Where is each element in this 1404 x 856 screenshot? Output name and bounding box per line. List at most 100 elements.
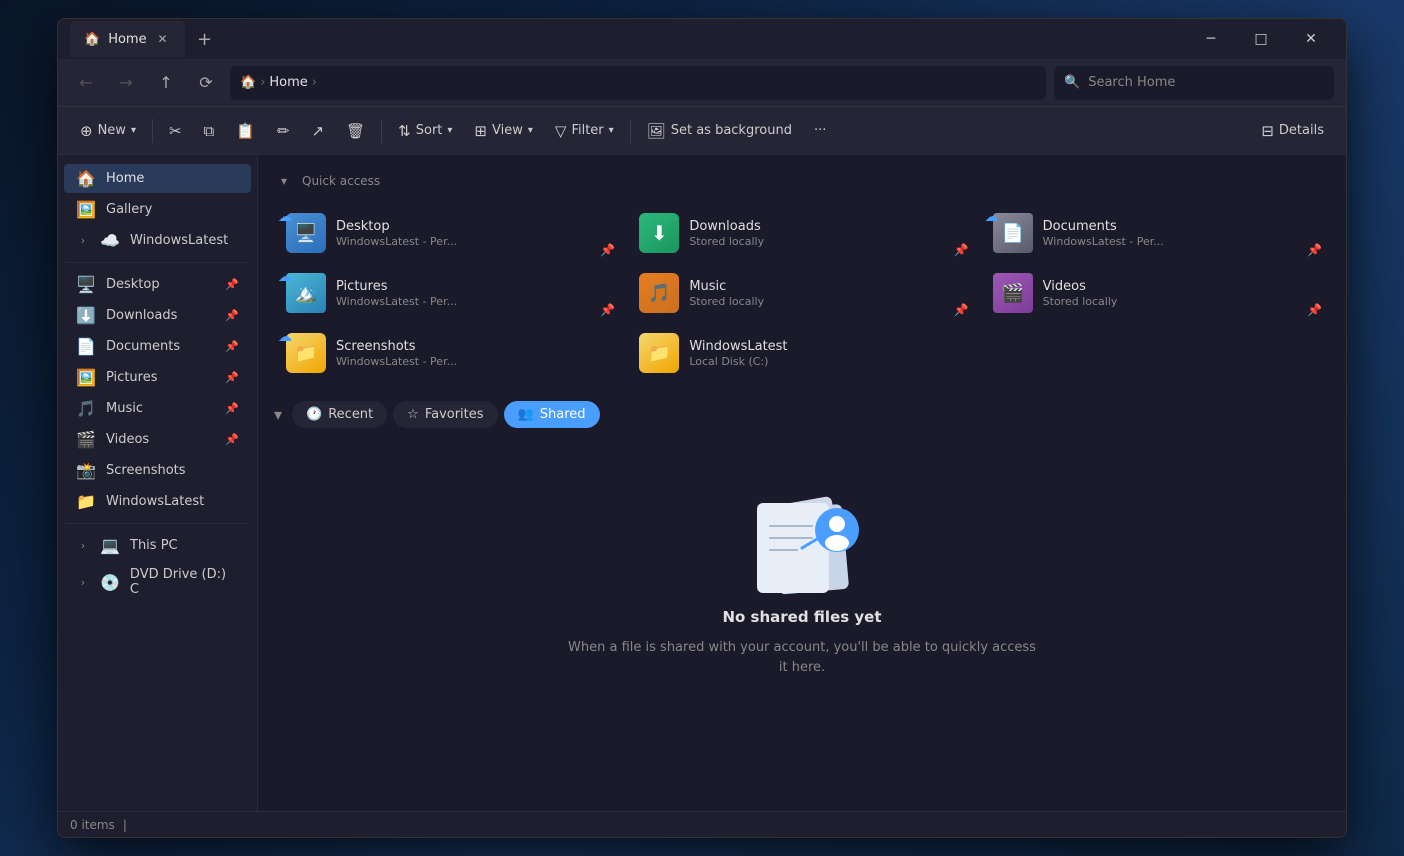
folder-screenshots[interactable]: ☁ 📁 Screenshots WindowsLatest - Per... <box>274 325 623 381</box>
cloud-sync-icon: ☁ <box>278 209 292 225</box>
background-icon: 🖼 <box>647 122 666 140</box>
sidebar-item-windowslatest-cloud[interactable]: › ☁️ WindowsLatest <box>64 226 251 255</box>
cloud-sync-icon-2: ☁ <box>985 209 999 225</box>
toolbar-separator-3 <box>630 119 631 143</box>
view-button[interactable]: ⊞ View ▾ <box>464 114 542 148</box>
music-pin-icon: 📌 <box>954 303 969 317</box>
screenshots-folder-details: Screenshots WindowsLatest - Per... <box>336 339 457 368</box>
breadcrumb[interactable]: 🏠 › Home › <box>230 66 1046 100</box>
more-options-button[interactable]: ··· <box>804 114 836 148</box>
sidebar-item-windowslatest2[interactable]: 📁 WindowsLatest <box>64 487 251 516</box>
refresh-button[interactable]: ⟳ <box>190 67 222 99</box>
sidebar-windowslatest2-label: WindowsLatest <box>106 494 204 509</box>
rename-icon: ✏ <box>277 122 290 140</box>
tab-favorites[interactable]: ☆ Favorites <box>393 401 497 428</box>
sidebar-item-pictures[interactable]: 🖼️ Pictures 📌 <box>64 363 251 392</box>
active-tab[interactable]: 🏠 Home ✕ <box>70 21 185 57</box>
copy-button[interactable]: ⧉ <box>194 114 225 148</box>
cut-button[interactable]: ✂ <box>159 114 192 148</box>
desktop-folder-details: Desktop WindowsLatest - Per... <box>336 219 457 248</box>
sidebar-item-this-pc[interactable]: › 💻 This PC <box>64 531 251 560</box>
cut-icon: ✂ <box>169 122 182 140</box>
forward-button[interactable]: → <box>110 67 142 99</box>
sidebar-item-music[interactable]: 🎵 Music 📌 <box>64 394 251 423</box>
desktop-folder-name: Desktop <box>336 219 457 234</box>
maximize-button[interactable]: □ <box>1238 23 1284 55</box>
sidebar-item-dvd[interactable]: › 💿 DVD Drive (D:) C <box>64 562 251 602</box>
view-chevron-icon: ▾ <box>528 125 533 136</box>
sidebar-item-videos[interactable]: 🎬 Videos 📌 <box>64 425 251 454</box>
section-collapse[interactable]: ▾ <box>274 405 282 424</box>
filter-icon: ▽ <box>555 122 567 140</box>
sidebar-windowslatest-label: WindowsLatest <box>130 233 228 248</box>
toolbar-separator-2 <box>381 119 382 143</box>
sidebar-home-label: Home <box>106 171 144 186</box>
delete-button[interactable]: 🗑 <box>336 114 375 148</box>
sort-button[interactable]: ⇅ Sort ▾ <box>388 114 462 148</box>
breadcrumb-home-label: Home <box>269 75 307 90</box>
cloud-sync-icon-3: ☁ <box>278 269 292 285</box>
desktop-folder-subtitle: WindowsLatest - Per... <box>336 235 457 248</box>
search-placeholder: Search Home <box>1088 75 1175 90</box>
folder-downloads[interactable]: ⬇ Downloads Stored locally 📌 <box>627 205 976 261</box>
items-count: 0 items <box>70 818 115 832</box>
title-bar: 🏠 Home ✕ + ─ □ ✕ <box>58 19 1346 59</box>
back-button[interactable]: ← <box>70 67 102 99</box>
folder-desktop[interactable]: ☁ 🖥️ Desktop WindowsLatest - Per... 📌 <box>274 205 623 261</box>
pictures-folder-subtitle: WindowsLatest - Per... <box>336 295 457 308</box>
documents-folder-name: Documents <box>1043 219 1164 234</box>
paste-button[interactable]: 📋 <box>226 114 265 148</box>
folder-music[interactable]: 🎵 Music Stored locally 📌 <box>627 265 976 321</box>
documents-pin-icon: 📌 <box>1307 243 1322 257</box>
videos-folder-details: Videos Stored locally <box>1043 279 1118 308</box>
details-button[interactable]: ⊟ Details <box>1251 114 1334 148</box>
details-label: Details <box>1279 123 1324 138</box>
desktop-pin-icon: 📌 <box>600 243 615 257</box>
set-background-button[interactable]: 🖼 Set as background <box>637 114 802 148</box>
folder-documents[interactable]: ☁ 📄 Documents WindowsLatest - Per... 📌 <box>981 205 1330 261</box>
folder-pictures[interactable]: ☁ 🏔️ Pictures WindowsLatest - Per... 📌 <box>274 265 623 321</box>
sidebar-item-home[interactable]: 🏠 Home <box>64 164 251 193</box>
rename-button[interactable]: ✏ <box>267 114 300 148</box>
tab-recent[interactable]: 🕐 Recent <box>292 401 387 428</box>
pictures-folder-name: Pictures <box>336 279 457 294</box>
tab-shared[interactable]: 👥 Shared <box>504 401 600 428</box>
sidebar-item-gallery[interactable]: 🖼️ Gallery <box>64 195 251 224</box>
sidebar-item-documents[interactable]: 📄 Documents 📌 <box>64 332 251 361</box>
share-button[interactable]: ↗ <box>302 114 335 148</box>
sort-icon: ⇅ <box>398 122 411 140</box>
filter-chevron-icon: ▾ <box>609 125 614 136</box>
windowslatest-folder-details: WindowsLatest Local Disk (C:) <box>689 339 787 368</box>
folder-videos[interactable]: 🎬 Videos Stored locally 📌 <box>981 265 1330 321</box>
folder-windowslatest[interactable]: 📁 WindowsLatest Local Disk (C:) <box>627 325 976 381</box>
downloads-pin-icon: 📌 <box>954 243 969 257</box>
sidebar-item-downloads[interactable]: ⬇️ Downloads 📌 <box>64 301 251 330</box>
pin-icon-4: 📌 <box>225 371 239 384</box>
shared-empty-description: When a file is shared with your account,… <box>562 638 1042 677</box>
window-controls: ─ □ ✕ <box>1188 23 1334 55</box>
up-button[interactable]: ↑ <box>150 67 182 99</box>
recent-label: Recent <box>328 407 373 422</box>
sidebar-item-screenshots[interactable]: 📸 Screenshots <box>64 456 251 485</box>
new-label: New <box>98 123 126 138</box>
view-icon: ⊞ <box>474 122 487 140</box>
filter-button[interactable]: ▽ Filter ▾ <box>545 114 624 148</box>
share-icon: ↗ <box>312 122 325 140</box>
new-button[interactable]: ⊕ New ▾ <box>70 114 146 148</box>
toolbar: ⊕ New ▾ ✂ ⧉ 📋 ✏ ↗ 🗑 ⇅ Sort ▾ ⊞ <box>58 107 1346 155</box>
new-tab-button[interactable]: + <box>189 23 221 55</box>
paste-icon: 📋 <box>236 122 255 140</box>
documents-folder-details: Documents WindowsLatest - Per... <box>1043 219 1164 248</box>
search-box[interactable]: 🔍 Search Home <box>1054 66 1334 100</box>
music-folder-subtitle: Stored locally <box>689 295 764 308</box>
documents-folder-subtitle: WindowsLatest - Per... <box>1043 235 1164 248</box>
shared-label: Shared <box>540 407 586 422</box>
quick-access-header: ▾ Quick access <box>274 171 1330 191</box>
music-folder-name: Music <box>689 279 764 294</box>
quick-access-collapse[interactable]: ▾ <box>274 171 294 191</box>
sidebar-item-desktop[interactable]: 🖥️ Desktop 📌 <box>64 270 251 299</box>
tab-close-button[interactable]: ✕ <box>155 31 171 47</box>
sidebar: 🏠 Home 🖼️ Gallery › ☁️ WindowsLatest 🖥️ … <box>58 155 258 811</box>
minimize-button[interactable]: ─ <box>1188 23 1234 55</box>
close-button[interactable]: ✕ <box>1288 23 1334 55</box>
